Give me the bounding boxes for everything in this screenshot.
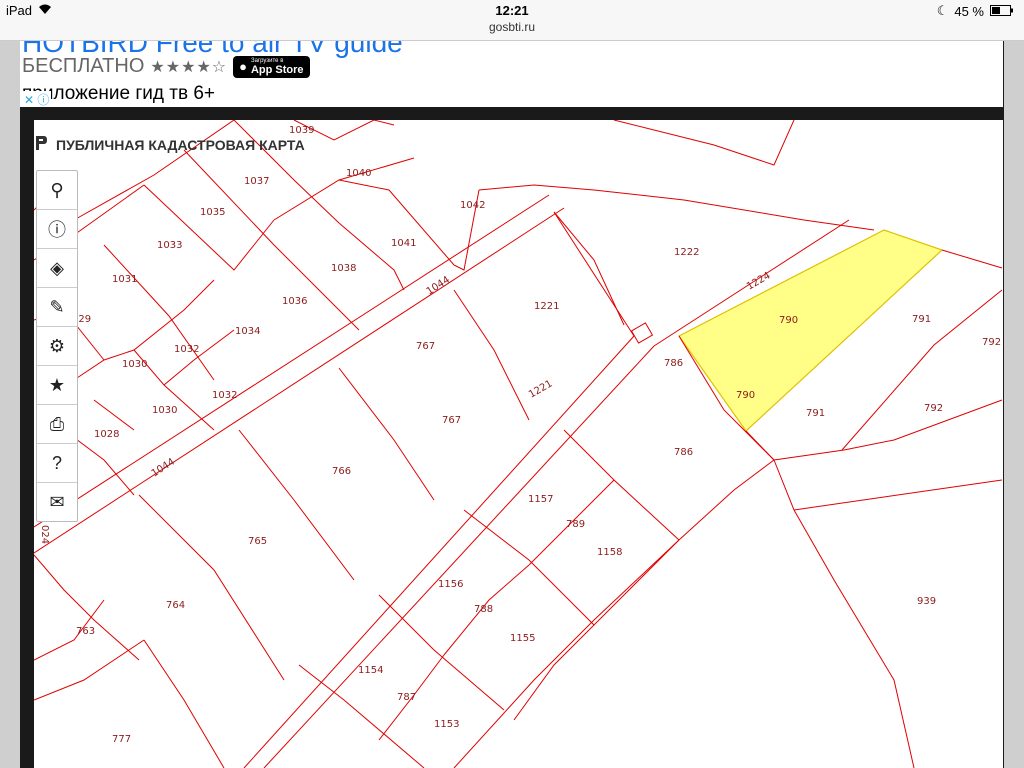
parcel-label: 939	[917, 596, 936, 607]
parcel-label: 765	[248, 536, 267, 547]
parcel-label: 1028	[94, 429, 119, 440]
parcel-label: 1037	[244, 176, 269, 187]
info-button[interactable]: ⓘ	[37, 210, 77, 249]
parcel-label: 1221	[527, 378, 555, 400]
parcel-label: 1158	[597, 547, 622, 558]
ad-price: БЕСПЛАТНО	[22, 55, 145, 77]
moon-icon: ☾	[936, 3, 949, 18]
parcel-label: 1030	[152, 405, 177, 416]
parcel-label: 024	[39, 525, 50, 544]
parcel-label: 1036	[282, 296, 307, 307]
parcel-label: 1221	[534, 301, 559, 312]
parcel-label: 790	[779, 315, 798, 326]
parcel-label: 1157	[528, 494, 553, 505]
search-button[interactable]: ⚲	[37, 171, 77, 210]
map-canvas[interactable]: 103910371040104210351041103310381031 1044…	[34, 120, 1003, 768]
info-icon: ⓘ	[48, 220, 66, 240]
logo-icon	[34, 134, 48, 155]
parcel-label: 1222	[674, 247, 699, 258]
parcel-label: 1033	[157, 240, 182, 251]
parcel-label: 787	[397, 692, 416, 703]
help-button[interactable]: ?	[37, 444, 77, 483]
appstore-text: Загрузите в App Store	[251, 58, 304, 76]
map-toolbar: ⚲ ⓘ ◈ ✎ ⚙ ★ ⎙ ? ✉	[36, 170, 78, 522]
mail-icon: ✉	[49, 491, 65, 512]
parcel-label: 763	[76, 626, 95, 637]
parcel-label: 1038	[331, 263, 356, 274]
appstore-big-text: App Store	[250, 63, 304, 76]
ad-price-row: БЕСПЛАТНО ★★★★☆ ● Загрузите в App Store	[22, 55, 310, 78]
parcel-label: 1044	[150, 456, 177, 479]
parcel-label: 786	[674, 447, 693, 458]
ad-close-icon[interactable]: ✕ ⓘ	[22, 91, 52, 107]
parcel-label: 1032	[174, 344, 199, 355]
status-time: 12:21	[495, 3, 529, 18]
left-gutter	[0, 41, 20, 768]
parcel-label: 1044	[425, 274, 452, 297]
parcel-label: 790	[736, 390, 755, 401]
layers-icon: ◈	[50, 257, 64, 278]
parcel-lines	[34, 120, 1003, 768]
status-bar: iPad 12:21 ☾ 45 %	[0, 0, 1024, 20]
parcel-label: 1034	[235, 326, 260, 337]
star-icon: ★	[48, 374, 66, 395]
parcel-label: 1035	[200, 207, 225, 218]
parcel-labels: 103910371040104210351041103310381031 1044…	[39, 125, 1001, 745]
battery-percent: 45 %	[954, 3, 984, 19]
ad-rating-stars: ★★★★☆	[150, 58, 228, 76]
parcel-label: 767	[416, 341, 435, 352]
road-marker	[630, 322, 654, 344]
ad-banner[interactable]: HOTBIRD Free to air TV guide БЕСПЛАТНО ★…	[20, 41, 1003, 107]
measure-button[interactable]: ⚙	[37, 327, 77, 366]
parcel-label: 792	[982, 337, 1001, 348]
parcel-label: 767	[442, 415, 461, 426]
parcel-label: 1154	[358, 665, 383, 676]
parcel-label: 786	[664, 358, 683, 369]
parcel-label: 789	[566, 519, 585, 530]
apple-icon: ●	[239, 59, 247, 74]
cadastral-map[interactable]: 1039 1037 1040 1042 1035 1041 1033 1038 1031 1044…	[34, 120, 1003, 768]
layers-button[interactable]: ◈	[37, 249, 77, 288]
url-text: gosbti.ru	[488, 20, 536, 34]
ruler-icon: ⚙	[48, 335, 66, 356]
parcel-label: 1153	[434, 719, 459, 730]
parcel-label: 766	[332, 466, 351, 477]
right-gutter	[1004, 41, 1024, 768]
parcel-label: 1032	[212, 390, 237, 401]
parcel-label: 777	[112, 734, 131, 745]
url-bar[interactable]: gosbti.ru	[0, 20, 1024, 41]
parcel-label: 1042	[460, 200, 485, 211]
parcel-label: 788	[474, 604, 493, 615]
search-icon: ⚲	[50, 179, 64, 200]
draw-button[interactable]: ✎	[37, 288, 77, 327]
status-right: ☾ 45 %	[937, 3, 1014, 19]
map-title: ПУБЛИЧНАЯ КАДАСТРОВАЯ КАРТА	[56, 136, 305, 153]
parcel-label: 792	[924, 403, 943, 414]
appstore-badge[interactable]: ● Загрузите в App Store	[233, 55, 310, 78]
parcel-label: 1155	[510, 633, 535, 644]
parcel-label: 1031	[112, 274, 137, 285]
print-button[interactable]: ⎙	[37, 405, 77, 444]
parcel-label: 1030	[122, 359, 147, 370]
mail-button[interactable]: ✉	[37, 483, 77, 521]
parcel-label: 1040	[346, 168, 371, 179]
parcel-label: 791	[912, 314, 931, 325]
parcel-label: 1156	[438, 579, 463, 590]
parcel-label: 791	[806, 408, 825, 419]
parcel-label: 764	[166, 600, 185, 611]
battery-icon	[990, 4, 1014, 19]
parcel-label: 1041	[391, 238, 416, 249]
help-icon: ?	[51, 452, 62, 473]
pencil-icon: ✎	[49, 296, 65, 317]
favorites-button[interactable]: ★	[37, 366, 77, 405]
map-header: ПУБЛИЧНАЯ КАДАСТРОВАЯ КАРТА	[34, 134, 305, 155]
print-icon: ⎙	[49, 413, 65, 434]
